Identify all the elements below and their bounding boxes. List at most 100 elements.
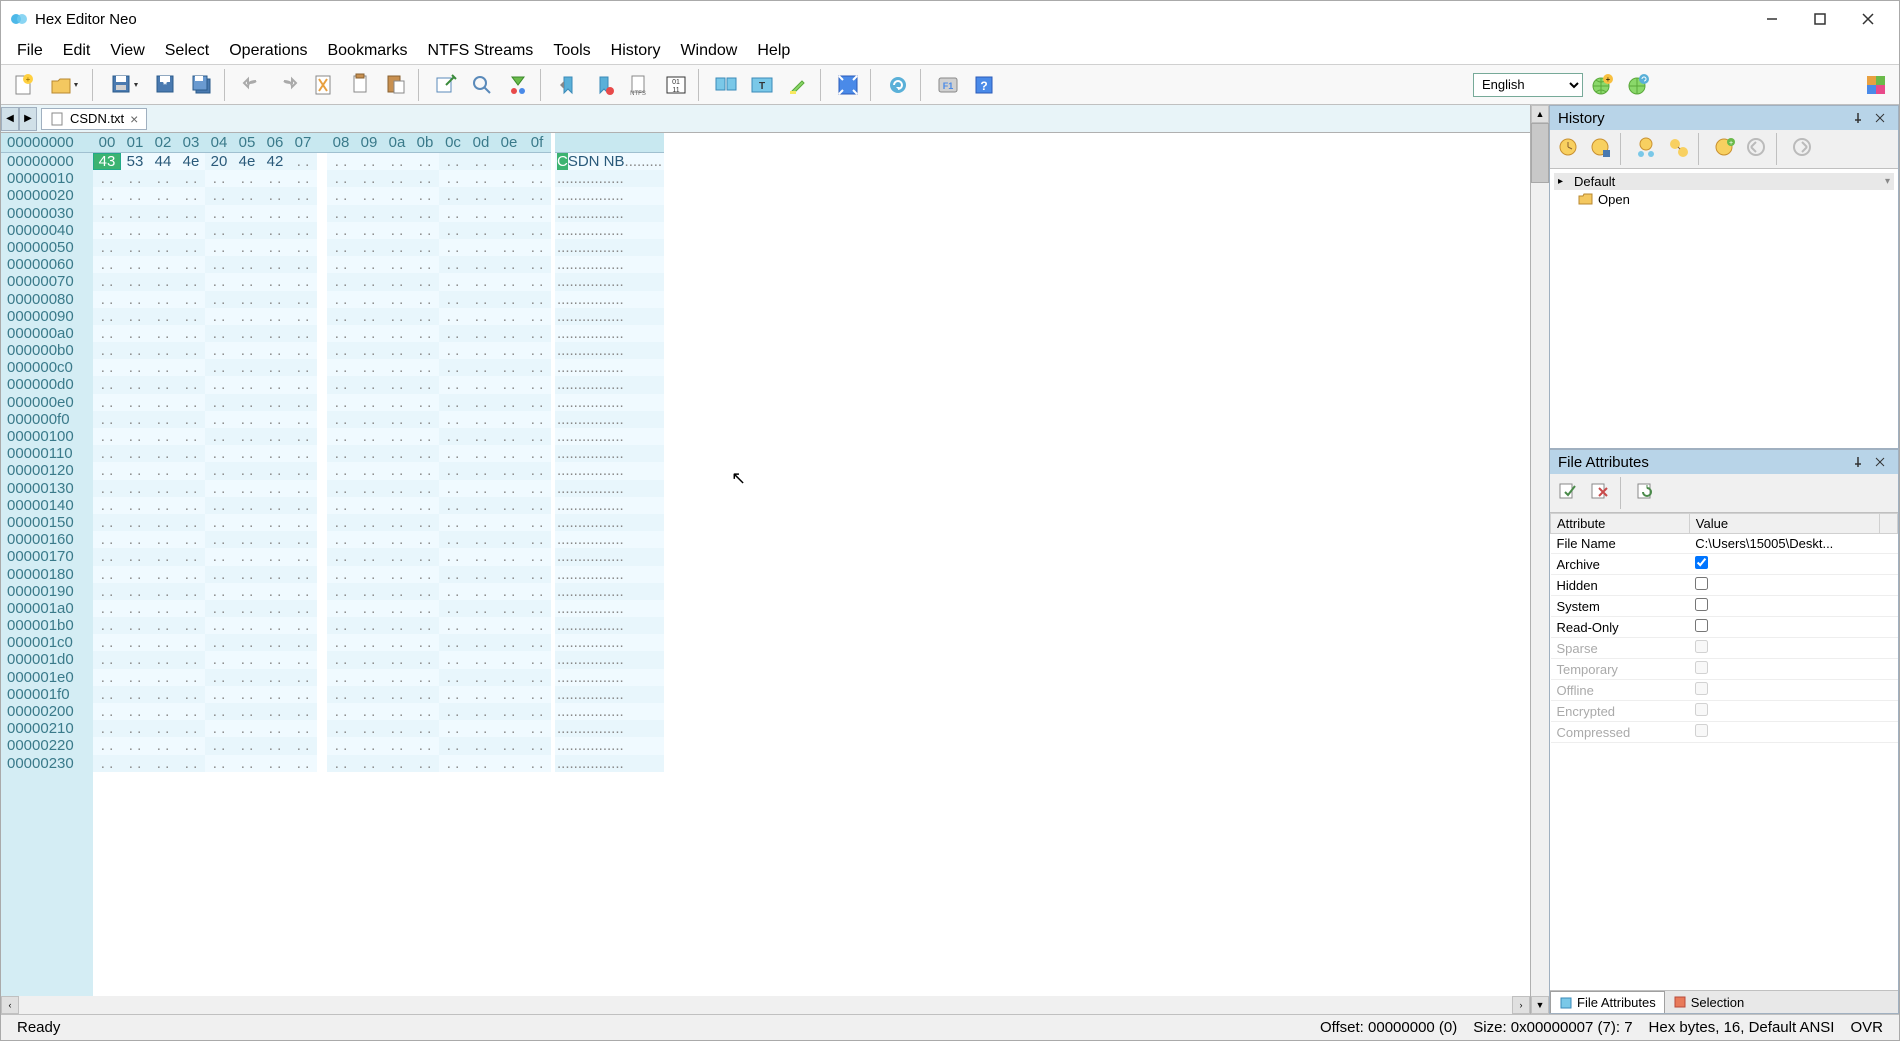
hex-cell[interactable]: . .: [411, 187, 439, 204]
hex-cell[interactable]: . .: [439, 359, 467, 376]
ascii-row[interactable]: ................: [555, 669, 664, 686]
hex-cell[interactable]: . .: [177, 531, 205, 548]
hex-cell[interactable]: . .: [495, 170, 523, 187]
hex-cell[interactable]: 43: [93, 153, 121, 170]
menu-ntfs-streams[interactable]: NTFS Streams: [418, 38, 544, 64]
hex-cell[interactable]: . .: [177, 308, 205, 325]
hex-cell[interactable]: . .: [467, 634, 495, 651]
hex-cell[interactable]: . .: [93, 462, 121, 479]
hex-row[interactable]: . .. .. .. .. .. .. .. .. .. .. .. .. ..…: [93, 170, 551, 187]
hex-cell[interactable]: . .: [383, 651, 411, 668]
hex-cell[interactable]: . .: [383, 291, 411, 308]
hex-cell[interactable]: . .: [149, 256, 177, 273]
hex-row[interactable]: . .. .. .. .. .. .. .. .. .. .. .. .. ..…: [93, 222, 551, 239]
hex-cell[interactable]: . .: [233, 514, 261, 531]
hex-cell[interactable]: . .: [121, 583, 149, 600]
ascii-row[interactable]: ................: [555, 205, 664, 222]
hex-cell[interactable]: . .: [383, 548, 411, 565]
hex-cell[interactable]: . .: [261, 222, 289, 239]
hex-cell[interactable]: . .: [467, 514, 495, 531]
hex-cell[interactable]: . .: [355, 720, 383, 737]
bookmark-toggle-icon[interactable]: [587, 69, 621, 101]
menu-file[interactable]: File: [7, 38, 53, 64]
hex-cell[interactable]: . .: [233, 359, 261, 376]
help-f1-icon[interactable]: F1: [931, 69, 965, 101]
menu-tools[interactable]: Tools: [543, 38, 600, 64]
hex-cell[interactable]: . .: [495, 755, 523, 772]
hex-cell[interactable]: . .: [121, 325, 149, 342]
hex-cell[interactable]: . .: [205, 634, 233, 651]
hex-cell[interactable]: . .: [93, 376, 121, 393]
globe-add-icon[interactable]: +: [1585, 69, 1619, 101]
hex-cell[interactable]: . .: [327, 308, 355, 325]
hex-cell[interactable]: . .: [177, 205, 205, 222]
hex-row[interactable]: . .. .. .. .. .. .. .. .. .. .. .. .. ..…: [93, 273, 551, 290]
hex-cell[interactable]: . .: [495, 737, 523, 754]
hex-cell[interactable]: . .: [93, 651, 121, 668]
info-icon[interactable]: ?: [967, 69, 1001, 101]
hex-row[interactable]: . .. .. .. .. .. .. .. .. .. .. .. .. ..…: [93, 394, 551, 411]
hex-cell[interactable]: . .: [523, 514, 551, 531]
ascii-row[interactable]: ................: [555, 411, 664, 428]
hex-cell[interactable]: . .: [411, 205, 439, 222]
hex-cell[interactable]: . .: [121, 669, 149, 686]
hex-cell[interactable]: . .: [93, 291, 121, 308]
hex-cell[interactable]: . .: [523, 291, 551, 308]
panel-close-icon[interactable]: [1870, 453, 1890, 471]
hex-cell[interactable]: . .: [467, 686, 495, 703]
hex-cell[interactable]: . .: [205, 566, 233, 583]
hex-cell[interactable]: . .: [327, 462, 355, 479]
hex-row[interactable]: . .. .. .. .. .. .. .. .. .. .. .. .. ..…: [93, 187, 551, 204]
hex-cell[interactable]: . .: [355, 325, 383, 342]
hex-cell[interactable]: . .: [261, 600, 289, 617]
hex-cell[interactable]: . .: [233, 651, 261, 668]
hex-cell[interactable]: . .: [327, 651, 355, 668]
hex-row[interactable]: . .. .. .. .. .. .. .. .. .. .. .. .. ..…: [93, 256, 551, 273]
bookmark-prev-icon[interactable]: [551, 69, 585, 101]
hex-row[interactable]: . .. .. .. .. .. .. .. .. .. .. .. .. ..…: [93, 548, 551, 565]
hex-cell[interactable]: . .: [93, 531, 121, 548]
hex-cell[interactable]: . .: [177, 170, 205, 187]
binary-icon[interactable]: 0111: [659, 69, 693, 101]
hex-cell[interactable]: . .: [467, 342, 495, 359]
hex-cell[interactable]: . .: [121, 600, 149, 617]
ascii-row[interactable]: ................: [555, 514, 664, 531]
hex-cell[interactable]: . .: [439, 462, 467, 479]
ascii-row[interactable]: ................: [555, 394, 664, 411]
hex-cell[interactable]: . .: [411, 376, 439, 393]
hex-cell[interactable]: . .: [233, 411, 261, 428]
hex-cell[interactable]: . .: [355, 497, 383, 514]
hex-cell[interactable]: . .: [467, 548, 495, 565]
hex-cell[interactable]: . .: [523, 686, 551, 703]
hex-cell[interactable]: . .: [149, 634, 177, 651]
hex-cell[interactable]: . .: [177, 686, 205, 703]
hex-cell[interactable]: . .: [289, 617, 317, 634]
hex-cell[interactable]: . .: [289, 239, 317, 256]
ascii-row[interactable]: ................: [555, 256, 664, 273]
hex-cell[interactable]: . .: [467, 170, 495, 187]
hex-cell[interactable]: . .: [93, 497, 121, 514]
hex-cell[interactable]: . .: [93, 308, 121, 325]
hex-cell[interactable]: . .: [233, 566, 261, 583]
hex-cell[interactable]: . .: [289, 548, 317, 565]
hex-cell[interactable]: . .: [411, 617, 439, 634]
hex-cell[interactable]: . .: [495, 651, 523, 668]
hex-cell[interactable]: . .: [355, 222, 383, 239]
hex-cell[interactable]: . .: [355, 583, 383, 600]
hex-cell[interactable]: . .: [93, 205, 121, 222]
hex-cell[interactable]: . .: [261, 634, 289, 651]
hex-cell[interactable]: . .: [121, 651, 149, 668]
hex-cell[interactable]: . .: [495, 480, 523, 497]
hex-row[interactable]: . .. .. .. .. .. .. .. .. .. .. .. .. ..…: [93, 686, 551, 703]
hex-cell[interactable]: . .: [205, 514, 233, 531]
panel-pin-icon[interactable]: [1848, 453, 1868, 471]
hex-cell[interactable]: . .: [467, 308, 495, 325]
panel-close-icon[interactable]: [1870, 109, 1890, 127]
hex-cell[interactable]: . .: [439, 600, 467, 617]
hex-cell[interactable]: . .: [467, 153, 495, 170]
find-icon[interactable]: [465, 69, 499, 101]
hex-cell[interactable]: . .: [411, 153, 439, 170]
hex-cell[interactable]: . .: [355, 531, 383, 548]
hex-cell[interactable]: . .: [495, 205, 523, 222]
hex-cell[interactable]: . .: [383, 497, 411, 514]
